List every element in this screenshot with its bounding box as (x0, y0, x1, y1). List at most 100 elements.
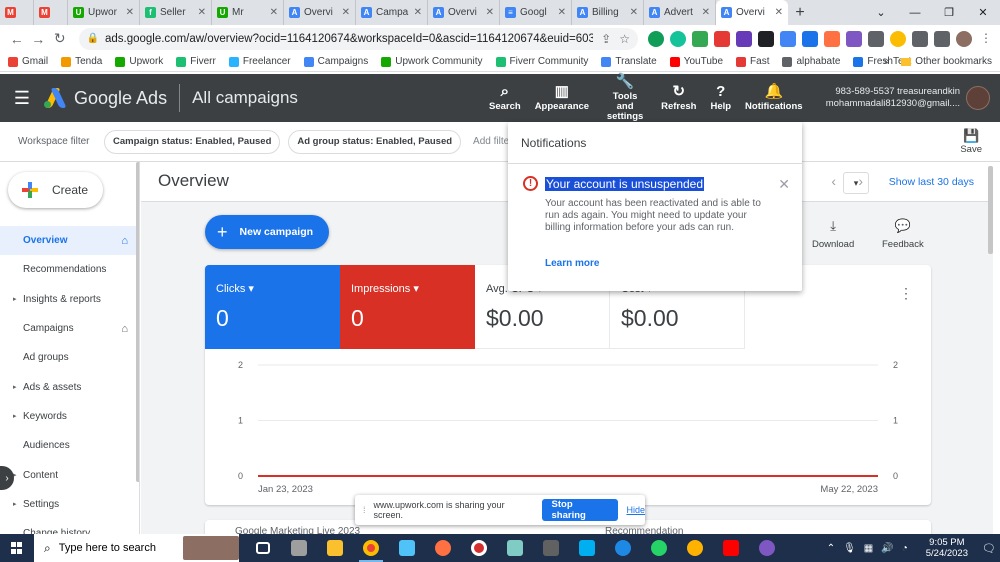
header-action-appearance[interactable]: ▥ Appearance (528, 74, 596, 122)
bookmark[interactable]: Gmail (8, 56, 48, 67)
browser-tab[interactable]: A Advert ✕ (644, 0, 716, 25)
taskbar-search[interactable]: ⌕ Type here to search (34, 534, 239, 562)
metric-tile-impressions[interactable]: Impressions ▾ 0 (340, 265, 475, 349)
main-scrollbar[interactable] (988, 166, 993, 254)
search-highlight-image[interactable] (183, 536, 239, 560)
bookmark[interactable]: YouTube (669, 56, 723, 67)
menu-icon[interactable]: ⋮ (978, 31, 994, 47)
browser-tab[interactable]: A Billing ✕ (572, 0, 644, 25)
header-action-notifications[interactable]: 🔔 Notifications (738, 74, 810, 122)
stop-sharing-button[interactable]: Stop sharing (541, 499, 619, 521)
extension-icon[interactable] (713, 30, 730, 47)
expand-arrow-icon[interactable]: ▸ (13, 383, 17, 391)
sidebar-item-settings[interactable]: ▸ Settings (0, 490, 136, 519)
other-bookmarks-label[interactable]: Other bookmarks (915, 56, 992, 67)
extension-icon[interactable] (691, 30, 708, 47)
close-tab-icon[interactable]: ✕ (414, 7, 422, 18)
sidebar-item-keywords[interactable]: ▸ Keywords (0, 402, 136, 431)
record-icon[interactable] (461, 534, 497, 562)
forward-icon[interactable]: → (28, 28, 50, 50)
bookmark[interactable]: Upwork (115, 56, 163, 67)
edge-icon[interactable] (605, 534, 641, 562)
account-info[interactable]: 983-589-5537 treasureandkin mohammadali8… (826, 86, 960, 110)
url-text[interactable]: ads.google.com/aw/overview?ocid=11641206… (105, 33, 593, 45)
browser-tab[interactable]: A Overvi ✕ (428, 0, 500, 25)
extension-icon[interactable] (647, 30, 664, 47)
browser-tab[interactable]: A Overvi ✕ (284, 0, 356, 25)
bookmark[interactable]: alphabate (782, 56, 840, 67)
close-tab-icon[interactable]: ✕ (198, 7, 206, 18)
feedback-button[interactable]: 💬 Feedback (882, 218, 924, 250)
caret-down-icon[interactable]: ▾ (413, 283, 419, 295)
browser-tab[interactable]: M (0, 0, 34, 25)
date-range-dropdown[interactable]: ▾ (843, 172, 869, 194)
expand-arrow-icon[interactable]: ▸ (13, 295, 17, 303)
puzzle-icon[interactable] (911, 30, 928, 47)
new-tab-icon[interactable]: + (788, 0, 812, 25)
learn-more-link[interactable]: Learn more (545, 258, 599, 269)
close-tab-icon[interactable]: ✕ (558, 7, 566, 18)
filter-chip-ad-group-status[interactable]: Ad group status: Enabled, Paused (288, 129, 462, 154)
wifi-icon[interactable]: ◔ (902, 543, 908, 554)
bookmark[interactable]: Translate (601, 56, 657, 67)
filter-chip-campaign-status[interactable]: Campaign status: Enabled, Paused (104, 129, 281, 154)
bookmark[interactable]: Upwork Community (381, 56, 483, 67)
close-tab-icon[interactable]: ✕ (270, 7, 278, 18)
reload-icon[interactable]: ↻ (49, 28, 71, 50)
sidebar-item-change-history[interactable]: Change history (0, 519, 136, 534)
close-window-icon[interactable]: ✕ (966, 0, 1000, 25)
browser-tab[interactable]: A Campa ✕ (356, 0, 428, 25)
avatar[interactable] (966, 86, 990, 110)
header-action-tools-and-settings[interactable]: 🔧 Tools and settings (596, 74, 654, 122)
bookmark[interactable]: Fiverr Community (495, 56, 588, 67)
sidebar-item-recommendations[interactable]: Recommendations (0, 255, 136, 284)
sidebar-item-audiences[interactable]: Audiences (0, 431, 136, 460)
action-center-icon[interactable]: 🗨 (978, 542, 1000, 555)
firefox-icon[interactable] (425, 534, 461, 562)
browser-tab[interactable]: A Overvi ✕ (716, 0, 788, 25)
youtube-icon[interactable] (713, 534, 749, 562)
close-tab-icon[interactable]: ✕ (630, 7, 638, 18)
file-explorer-icon[interactable] (317, 534, 353, 562)
metric-tile-clicks[interactable]: Clicks ▾ 0 (205, 265, 340, 349)
header-action-help[interactable]: ? Help (703, 74, 738, 122)
extension-icon[interactable] (845, 30, 862, 47)
profile-avatar[interactable] (955, 30, 972, 47)
close-tab-icon[interactable]: ✕ (342, 7, 350, 18)
expand-arrow-icon[interactable]: ▸ (13, 412, 17, 420)
volume-icon[interactable]: 🔊 (881, 543, 893, 554)
browser-tab[interactable]: M (34, 0, 68, 25)
bookmark[interactable]: Fast (736, 56, 769, 67)
browser-tab[interactable]: f Seller ✕ (140, 0, 212, 25)
start-button[interactable] (0, 534, 34, 562)
expand-arrow-icon[interactable]: ▸ (13, 500, 17, 508)
download-button[interactable]: ⤓ Download (812, 218, 854, 250)
restore-icon[interactable]: ❐ (932, 0, 966, 25)
skype-icon[interactable] (569, 534, 605, 562)
sidebar-item-overview[interactable]: Overview ⌂ (0, 226, 136, 256)
sidebar-item-ads-assets[interactable]: ▸ Ads & assets (0, 372, 136, 401)
app-icon[interactable] (389, 534, 425, 562)
sidebar-item-campaigns[interactable]: Campaigns ⌂ (0, 314, 136, 343)
chevron-right-icon[interactable]: › (858, 173, 863, 189)
bookmark[interactable]: Fiverr (176, 56, 216, 67)
bookmark[interactable]: Freelancer (228, 56, 291, 67)
sidebar-item-content[interactable]: ▸ Content (0, 460, 136, 489)
sidebar-item-insights-reports[interactable]: ▸ Insights & reports (0, 285, 136, 314)
extension-icon[interactable] (889, 30, 906, 47)
app-icon[interactable] (677, 534, 713, 562)
sidepanel-icon[interactable] (933, 30, 950, 47)
network-icon[interactable]: ▦ (864, 543, 873, 554)
calculator-icon[interactable] (533, 534, 569, 562)
task-view-icon[interactable] (245, 534, 281, 562)
extension-icon[interactable] (757, 30, 774, 47)
chevron-double-icon[interactable]: » (884, 56, 890, 67)
bookmark[interactable]: Campaigns (303, 56, 368, 67)
notification-title-text[interactable]: Your account is unsuspended (545, 177, 705, 191)
hamburger-menu-icon[interactable]: ☰ (0, 74, 44, 122)
microphone-icon[interactable]: 🎙 (843, 543, 856, 554)
chrome-icon[interactable] (353, 534, 389, 562)
extension-icon[interactable] (801, 30, 818, 47)
drag-handle-icon[interactable]: ⁞ (363, 505, 366, 515)
close-tab-icon[interactable]: ✕ (702, 7, 710, 18)
